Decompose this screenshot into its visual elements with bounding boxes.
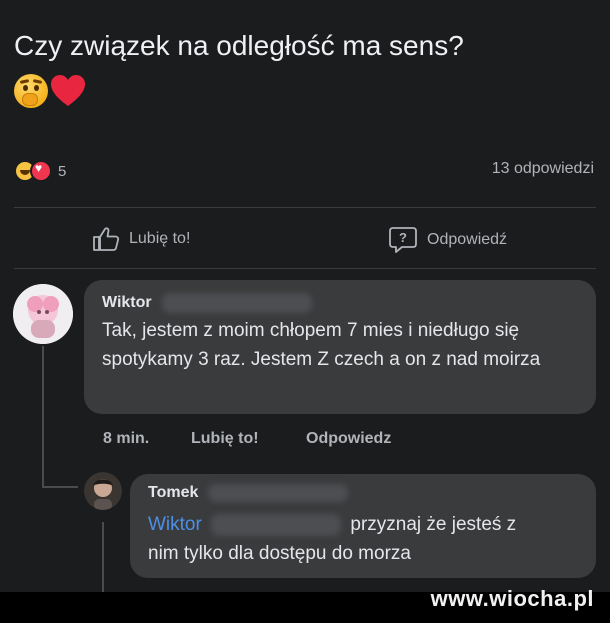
reply-bubble: Tomek Wiktor przyznaj że jesteś z nim ty… [130,474,596,578]
mention-link[interactable]: Wiktor [148,514,202,535]
reply-text-line1: Wiktor przyznaj że jesteś z [148,510,588,539]
thumbs-up-icon [93,227,120,251]
comment-author[interactable]: Wiktor [102,294,152,312]
comment-bubble: Wiktor Tak, jestem z moim chłopem 7 mies… [84,280,596,414]
thread-line [42,346,44,486]
like-label: Lubię to! [129,230,191,247]
reply-button[interactable]: ? Odpowiedź [388,226,507,254]
title-emojis [14,74,86,108]
redacted-surname [161,293,312,313]
reply-author[interactable]: Tomek [148,484,198,502]
reactions-summary[interactable]: 5 [14,160,66,182]
watermark: www.wiocha.pl [430,586,594,611]
avatar[interactable] [13,284,73,344]
thinking-face-icon [14,74,48,108]
heart-icon [51,75,85,106]
thread-line [102,522,104,592]
redacted-mention-surname [211,513,342,536]
like-button[interactable]: Lubię to! [92,226,190,252]
reply-text-part: przyznaj że jesteś z [350,514,517,535]
love-reaction-icon [30,160,52,182]
reply-label: Odpowiedź [427,231,508,248]
divider [14,207,596,208]
comment-like-button[interactable]: Lubię to! [191,430,259,448]
comment-reply-button[interactable]: Odpowiedz [306,430,391,448]
reaction-count: 5 [58,162,67,180]
comment-text: Tak, jestem z moim chłopem 7 mies i nied… [102,320,541,370]
divider [14,268,596,269]
question-bubble-icon: ? [389,227,417,253]
avatar[interactable] [84,472,122,510]
thread-connector [42,486,78,488]
replies-count[interactable]: 13 odpowiedzi [492,160,594,178]
svg-text:?: ? [399,230,407,245]
redacted-surname [208,484,349,502]
post-title: Czy związek na odległość ma sens? [14,30,464,61]
comment-time[interactable]: 8 min. [103,430,149,448]
reply-text-line2: nim tylko dla dostępu do morza [148,543,411,564]
